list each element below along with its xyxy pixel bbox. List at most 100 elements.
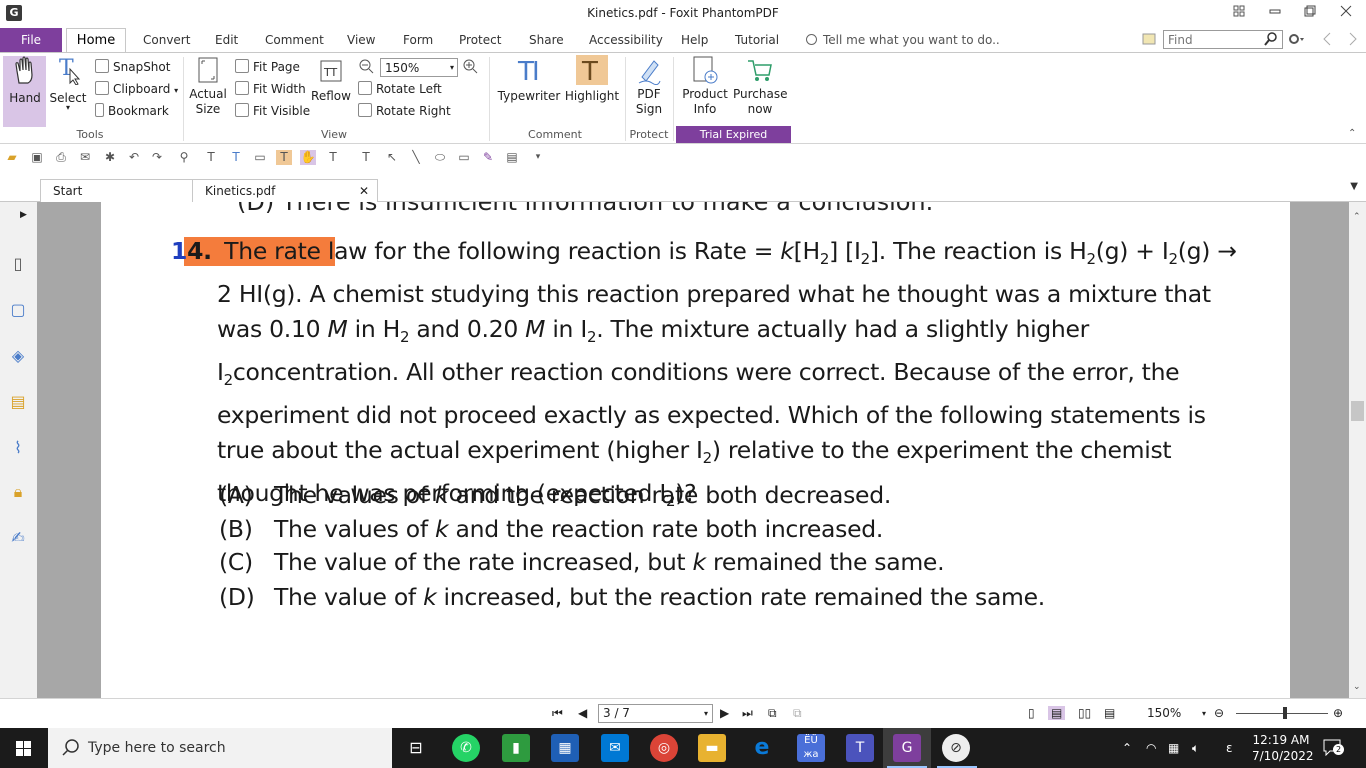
teams-icon[interactable]: T xyxy=(846,734,874,762)
rotate-right-button[interactable]: Rotate Right xyxy=(358,102,451,120)
email-icon[interactable]: ✉ xyxy=(77,150,93,165)
nav-back-icon[interactable] xyxy=(1322,32,1332,49)
line-icon[interactable]: ╲ xyxy=(408,150,424,165)
zoom-in-icon[interactable] xyxy=(462,58,478,76)
tell-me-search[interactable]: Tell me what you want to do.. xyxy=(806,28,1000,52)
volume-icon[interactable]: 🔈︎ xyxy=(1192,728,1199,768)
chrome-icon[interactable]: ◎ xyxy=(650,734,678,762)
vertical-scrollbar[interactable]: ⌃ ⌄ xyxy=(1349,202,1366,698)
hand-small-icon[interactable]: ✋ xyxy=(300,150,316,165)
scrollbar-thumb[interactable] xyxy=(1351,401,1364,421)
tab-form[interactable]: Form xyxy=(399,28,437,52)
customize-dropdown-icon[interactable]: ▾ xyxy=(530,150,546,165)
tab-help[interactable]: Help xyxy=(677,28,712,52)
highlight-button[interactable]: T Highlight xyxy=(564,55,620,103)
minimize-button[interactable] xyxy=(1264,4,1286,22)
rectangle-icon[interactable]: ▭ xyxy=(456,150,472,165)
continuous-page-icon[interactable]: ▤ xyxy=(1048,706,1066,720)
notification-center-icon[interactable]: 2 xyxy=(1322,738,1344,757)
hand-tool-button[interactable]: Hand xyxy=(4,55,46,105)
text-tool-icon[interactable]: T xyxy=(358,150,374,165)
tab-comment[interactable]: Comment xyxy=(261,28,328,52)
security-lock-icon[interactable]: 🔒︎ xyxy=(8,482,28,502)
store-icon[interactable]: ▦ xyxy=(551,734,579,762)
tab-file[interactable]: File xyxy=(0,28,62,52)
pages-icon[interactable]: ▢ xyxy=(8,300,28,320)
ribbon-display-icon[interactable] xyxy=(1228,4,1250,22)
previous-page-icon[interactable]: ◀ xyxy=(578,706,587,720)
tab-view[interactable]: View xyxy=(343,28,379,52)
clipboard-button[interactable]: Clipboard ▾ xyxy=(95,80,178,98)
reflow-button[interactable]: TT Reflow xyxy=(310,55,352,103)
tab-share[interactable]: Share xyxy=(525,28,568,52)
edge-icon[interactable]: e xyxy=(748,734,776,762)
tab-home[interactable]: Home xyxy=(66,28,126,52)
charts-app-icon[interactable]: ▮ xyxy=(502,734,530,762)
scroll-up-icon[interactable]: ⌃ xyxy=(1353,212,1361,222)
zoom-out-icon[interactable] xyxy=(358,58,374,76)
layers-icon[interactable]: ◈ xyxy=(8,346,28,366)
undo-icon[interactable]: ↶ xyxy=(126,150,142,165)
tab-accessibility[interactable]: Accessibility xyxy=(585,28,667,52)
tab-convert[interactable]: Convert xyxy=(139,28,194,52)
zoom-slider-knob[interactable] xyxy=(1283,707,1287,719)
clock-app-icon[interactable]: ⊘ xyxy=(942,734,970,762)
page-thumbnail-icon[interactable]: ▯ xyxy=(8,254,28,274)
start-button[interactable] xyxy=(0,728,48,768)
whatsapp-icon[interactable]: ✆ xyxy=(452,734,480,762)
note-icon[interactable]: ▭ xyxy=(252,150,268,165)
bookmark-button[interactable]: Bookmark xyxy=(95,102,169,120)
arrow-icon[interactable]: ↖ xyxy=(384,150,400,165)
zoom-in-status-icon[interactable]: ⊕ xyxy=(1333,706,1343,720)
fit-width-button[interactable]: Fit Width xyxy=(235,80,306,98)
facing-page-icon[interactable]: ▯▯ xyxy=(1078,706,1091,720)
collapse-ribbon-icon[interactable]: ⌃ xyxy=(1348,128,1356,139)
zoom-dropdown-icon[interactable]: ▾ xyxy=(1202,709,1206,718)
close-window-button[interactable] xyxy=(1335,4,1357,22)
print-icon[interactable]: ⎙ xyxy=(53,150,69,165)
keyboard-language-icon[interactable]: ▦ xyxy=(1168,728,1179,768)
previous-view-icon[interactable]: ⧉ xyxy=(768,706,777,721)
attachment-icon[interactable]: ⌇ xyxy=(8,438,28,458)
pdf-sign-button[interactable]: PDF Sign xyxy=(630,55,668,117)
scroll-down-icon[interactable]: ⌄ xyxy=(1353,682,1361,692)
tab-start[interactable]: Start xyxy=(40,179,198,202)
signature-icon[interactable]: ✍︎ xyxy=(8,528,28,548)
zoom-select[interactable]: 150% ▾ xyxy=(380,58,458,77)
fit-page-button[interactable]: Fit Page xyxy=(235,58,300,76)
stamp-icon[interactable]: ⚲ xyxy=(176,150,192,165)
task-view-icon[interactable]: ⊟ xyxy=(402,734,430,762)
single-page-icon[interactable]: ▯ xyxy=(1028,706,1035,720)
expand-panel-icon[interactable]: ▶ xyxy=(20,210,27,220)
language-app-icon[interactable]: ЁÜ жа xyxy=(797,734,825,762)
zoom-out-status-icon[interactable]: ⊖ xyxy=(1214,706,1224,720)
text-select-icon[interactable]: T xyxy=(228,150,244,165)
last-page-icon[interactable]: ⏭ xyxy=(742,706,753,721)
typewriter-small-icon[interactable]: T xyxy=(203,150,219,165)
select-tool-button[interactable]: T Select ▾ xyxy=(48,55,88,112)
typewriter-button[interactable]: TI Typewriter xyxy=(497,55,561,103)
fit-visible-button[interactable]: Fit Visible xyxy=(235,102,310,120)
pencil-icon[interactable]: ✎ xyxy=(480,150,496,165)
find-options-icon[interactable] xyxy=(1142,32,1158,47)
system-clock[interactable]: 12:19 AM 7/10/2022 xyxy=(1252,732,1314,764)
input-language[interactable]: ε xyxy=(1226,728,1233,768)
tab-tutorial[interactable]: Tutorial xyxy=(731,28,783,52)
redo-icon[interactable]: ↷ xyxy=(149,150,165,165)
tab-protect[interactable]: Protect xyxy=(455,28,505,52)
continuous-facing-icon[interactable]: ▤ xyxy=(1104,706,1115,720)
new-icon[interactable]: ✱ xyxy=(102,150,118,165)
zoom-slider[interactable] xyxy=(1236,713,1328,714)
zoom-level[interactable]: 150% xyxy=(1147,706,1181,720)
tray-expand-icon[interactable]: ⌃ xyxy=(1122,728,1132,768)
search-icon[interactable] xyxy=(1264,32,1278,46)
callout-icon[interactable]: ▤ xyxy=(504,150,520,165)
oval-icon[interactable]: ⬭ xyxy=(432,150,448,165)
first-page-icon[interactable]: ⏮ xyxy=(552,706,563,721)
tab-list-dropdown-icon[interactable]: ▼ xyxy=(1350,181,1358,192)
next-page-icon[interactable]: ▶ xyxy=(720,706,729,720)
purchase-now-button[interactable]: Purchase now xyxy=(733,55,788,117)
file-explorer-icon[interactable]: ▬ xyxy=(698,734,726,762)
save-icon[interactable]: ▣ xyxy=(29,150,45,165)
rotate-left-button[interactable]: Rotate Left xyxy=(358,80,442,98)
